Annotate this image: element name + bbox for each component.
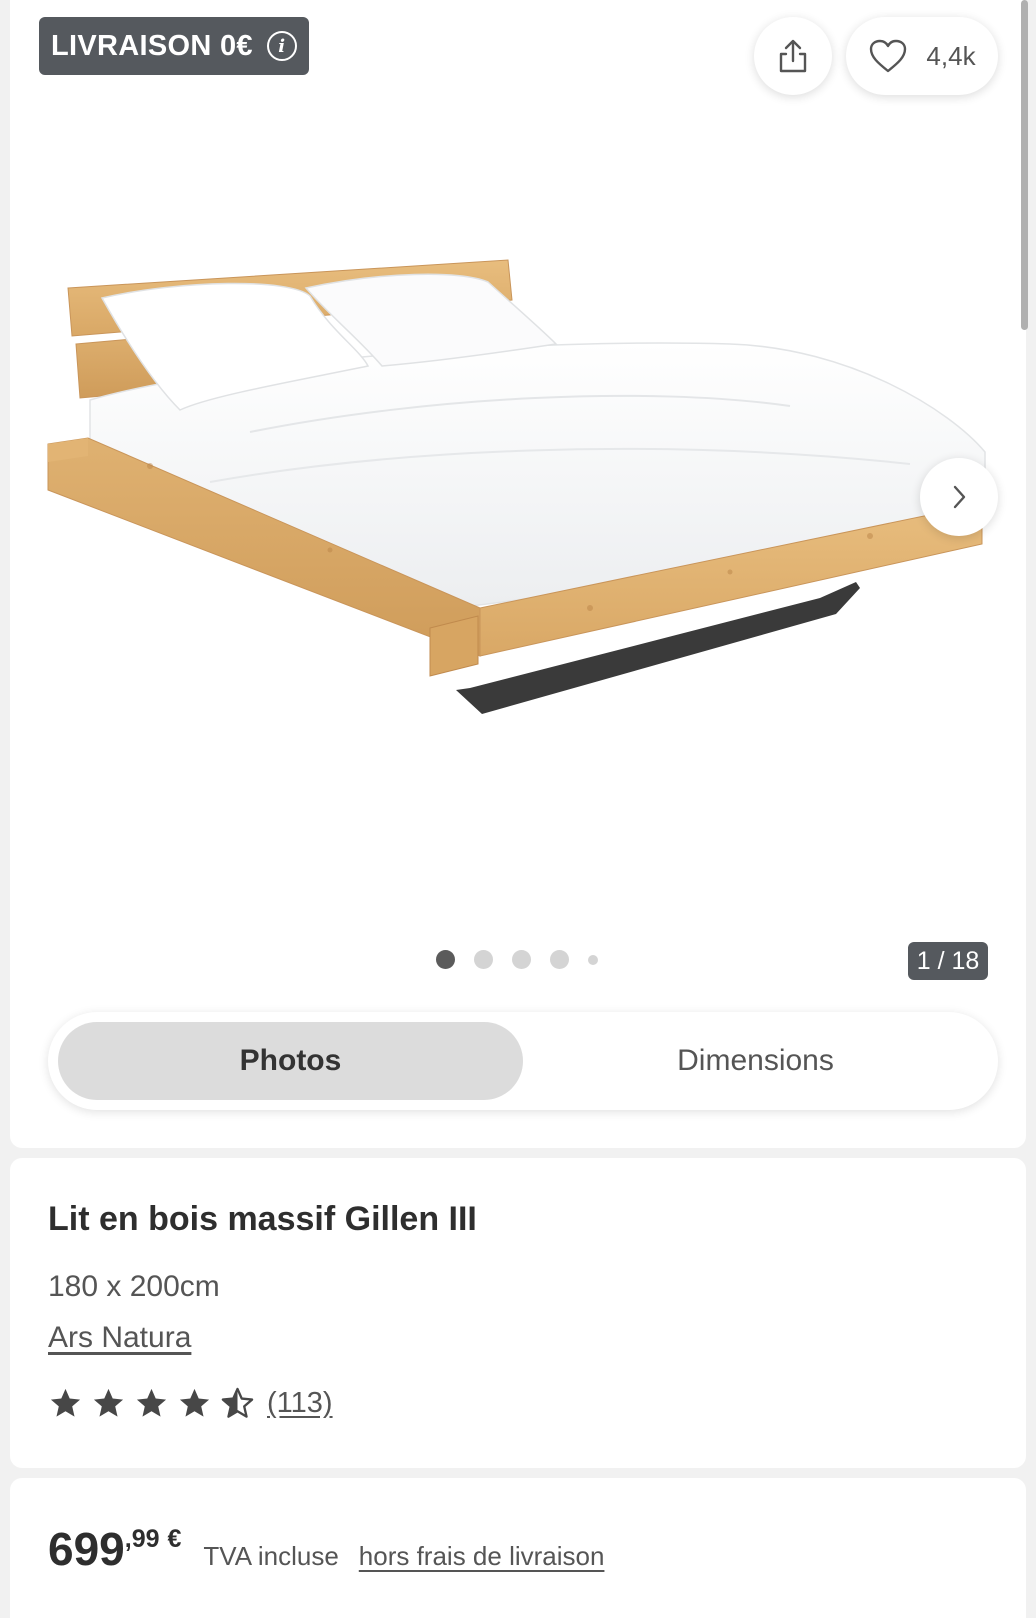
- review-count-link[interactable]: (113): [267, 1387, 333, 1420]
- carousel-dot[interactable]: [588, 954, 598, 965]
- price-main: 699: [48, 1523, 125, 1575]
- tab-dimensions[interactable]: Dimensions: [523, 1022, 988, 1100]
- carousel-dot[interactable]: [550, 950, 569, 969]
- product-title: Lit en bois massif Gillen III: [48, 1200, 477, 1238]
- price-currency: €: [167, 1525, 182, 1553]
- price-row: 699 ,99 € TVA incluse hors frais de livr…: [48, 1522, 604, 1576]
- scrollbar[interactable]: [1021, 0, 1028, 330]
- star-icon: [93, 1388, 124, 1417]
- product-dimensions: 180 x 200cm: [48, 1270, 220, 1303]
- heart-icon: [870, 39, 907, 73]
- star-icon: [179, 1388, 210, 1417]
- shipping-costs-link[interactable]: hors frais de livraison: [359, 1541, 605, 1572]
- star-icon: [50, 1388, 81, 1417]
- star-icon: [136, 1388, 167, 1417]
- free-delivery-label: LIVRAISON 0€: [51, 29, 253, 62]
- tab-photos[interactable]: Photos: [58, 1022, 523, 1100]
- image-counter: 1 / 18: [908, 942, 988, 980]
- view-toggle: Photos Dimensions: [48, 1012, 998, 1110]
- price-card: 699 ,99 € TVA incluse hors frais de livr…: [10, 1478, 1026, 1618]
- favorite-button[interactable]: 4,4k: [846, 17, 998, 95]
- info-icon[interactable]: i: [266, 31, 297, 61]
- vat-note: TVA incluse: [203, 1541, 339, 1571]
- next-image-button[interactable]: [920, 458, 998, 536]
- half-star-icon: [221, 1387, 254, 1418]
- share-icon: [779, 39, 807, 73]
- favorites-count: 4,4k: [926, 40, 976, 71]
- product-image[interactable]: [30, 220, 1020, 760]
- rating[interactable]: (113): [48, 1386, 333, 1421]
- carousel-dot[interactable]: [512, 950, 531, 969]
- free-delivery-badge[interactable]: LIVRAISON 0€ i: [39, 17, 309, 75]
- chevron-right-icon: [953, 485, 966, 509]
- product-info-card: Lit en bois massif Gillen III 180 x 200c…: [10, 1158, 1026, 1468]
- carousel-dot[interactable]: [436, 950, 455, 969]
- brand-link[interactable]: Ars Natura: [48, 1321, 191, 1355]
- share-button[interactable]: [754, 17, 832, 95]
- carousel-dot[interactable]: [474, 950, 493, 969]
- carousel-dots: [436, 950, 598, 969]
- price-cents: ,99: [124, 1525, 160, 1553]
- product-gallery: LIVRAISON 0€ i 4,4k 1 / 18 Photos Dimens…: [10, 0, 1026, 1148]
